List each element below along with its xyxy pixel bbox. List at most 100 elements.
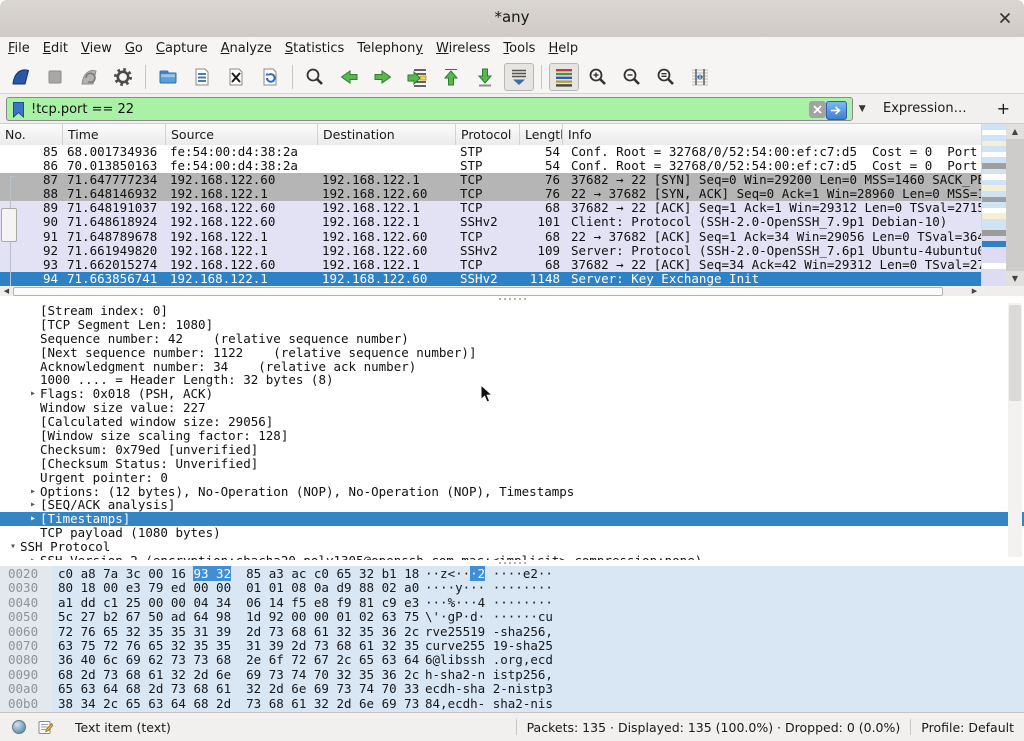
- menu-capture[interactable]: Capture: [154, 39, 219, 58]
- detail-line[interactable]: Window size value: 227: [0, 401, 1024, 415]
- reload-file-button[interactable]: [255, 63, 285, 91]
- hex-row[interactable]: 007063 75 72 76 65 32 35 35 31 39 2d 73 …: [0, 639, 1024, 653]
- hex-row[interactable]: 0020c0 a8 7a 3c 00 16 93 32 85 a3 ac c0 …: [0, 567, 1024, 581]
- detail-line[interactable]: 1000 .... = Header Length: 32 bytes (8): [0, 373, 1024, 387]
- menu-view[interactable]: View: [79, 39, 123, 58]
- scroll-down-button[interactable]: ▼: [1006, 271, 1024, 286]
- hex-row[interactable]: 009068 2d 73 68 61 32 2d 6e 69 73 74 70 …: [0, 668, 1024, 682]
- detail-line[interactable]: Acknowledgment number: 34 (relative ack …: [0, 360, 1024, 374]
- filter-bookmark-icon[interactable]: [13, 102, 24, 118]
- detail-line[interactable]: [TCP Segment Len: 1080]: [0, 318, 1024, 332]
- packet-row[interactable]: 9171.648789678192.168.122.1192.168.122.6…: [0, 230, 981, 244]
- menu-telephony[interactable]: Telephony: [355, 39, 434, 58]
- find-packet-button[interactable]: [300, 63, 330, 91]
- resize-columns-button[interactable]: [685, 63, 715, 91]
- expert-info-icon[interactable]: [12, 720, 26, 734]
- hex-row[interactable]: 00a065 63 64 68 2d 73 68 61 32 2d 6e 69 …: [0, 682, 1024, 696]
- scroll-up-button[interactable]: ▲: [1006, 124, 1024, 139]
- go-to-packet-button[interactable]: [402, 63, 432, 91]
- detail-line[interactable]: Checksum: 0x79ed [unverified]: [0, 443, 1024, 457]
- filter-apply-button[interactable]: [826, 101, 847, 120]
- details-vscrollbar[interactable]: [1008, 303, 1022, 557]
- colorize-packets-button[interactable]: [549, 63, 579, 91]
- hex-row[interactable]: 0040a1 dd c1 25 00 00 04 34 06 14 f5 e8 …: [0, 596, 1024, 610]
- packet-row[interactable]: 8971.648191037192.168.122.60192.168.122.…: [0, 201, 981, 215]
- column-header-info[interactable]: Info: [563, 124, 981, 145]
- hex-row[interactable]: 006072 76 65 32 35 35 31 39 2d 73 68 61 …: [0, 625, 1024, 639]
- packet-row[interactable]: 8568.001734936fe:54:00:d4:38:2aSTP54Conf…: [0, 145, 981, 159]
- packet-list-hscrollbar[interactable]: ◀ ▶: [0, 286, 981, 296]
- intelligent-scrollbar-minimap[interactable]: [981, 124, 1006, 286]
- packet-row[interactable]: 9471.663856741192.168.122.1192.168.122.6…: [0, 272, 981, 286]
- packet-row[interactable]: 8871.648146932192.168.122.1192.168.122.6…: [0, 187, 981, 201]
- detail-line[interactable]: [Stream index: 0]: [0, 304, 1024, 318]
- detail-line[interactable]: ▸Flags: 0x018 (PSH, ACK): [0, 387, 1024, 401]
- column-header-length[interactable]: Length: [520, 124, 563, 145]
- detail-line[interactable]: Sequence number: 42 (relative sequence n…: [0, 332, 1024, 346]
- capture-comment-icon[interactable]: [38, 720, 53, 735]
- expression-button[interactable]: Expression…: [883, 101, 967, 116]
- menu-statistics[interactable]: Statistics: [283, 39, 355, 58]
- details-vscroll-thumb[interactable]: [1009, 305, 1021, 401]
- restart-capture-button[interactable]: [74, 63, 104, 91]
- filter-add-button[interactable]: +: [989, 99, 1018, 118]
- menu-edit[interactable]: Edit: [41, 39, 79, 58]
- go-forward-button[interactable]: [368, 63, 398, 91]
- hex-row[interactable]: 00505c 27 b2 67 50 ad 64 98 1d 92 00 00 …: [0, 610, 1024, 624]
- go-back-button[interactable]: [334, 63, 364, 91]
- close-button[interactable]: [994, 7, 1016, 29]
- expander-expanded-icon[interactable]: ▾: [6, 540, 20, 554]
- packet-list-vscrollbar[interactable]: ▲ ▼: [1006, 124, 1024, 286]
- zoom-in-button[interactable]: [583, 63, 613, 91]
- packet-row[interactable]: 9271.661949820192.168.122.1192.168.122.6…: [0, 244, 981, 258]
- expander-collapsed-icon[interactable]: ▸: [26, 387, 40, 401]
- detail-line[interactable]: ▸[SEQ/ACK analysis]: [0, 498, 1024, 512]
- detail-line[interactable]: ▾SSH Protocol: [0, 540, 1024, 554]
- hex-row[interactable]: 008036 40 6c 69 62 73 73 68 2e 6f 72 67 …: [0, 653, 1024, 667]
- zoom-original-button[interactable]: [651, 63, 681, 91]
- column-header-no[interactable]: No.: [0, 124, 63, 145]
- detail-line[interactable]: ▸[Timestamps]: [0, 512, 1024, 526]
- detail-line[interactable]: [Calculated window size: 29056]: [0, 415, 1024, 429]
- column-header-source[interactable]: Source: [166, 124, 318, 145]
- detail-line[interactable]: ▸Options: (12 bytes), No-Operation (NOP)…: [0, 485, 1024, 499]
- column-header-destination[interactable]: Destination: [318, 124, 456, 145]
- menu-file[interactable]: File: [6, 39, 41, 58]
- column-header-time[interactable]: Time: [63, 124, 166, 145]
- menu-help[interactable]: Help: [546, 39, 589, 58]
- filter-clear-button[interactable]: [809, 101, 826, 118]
- expander-collapsed-icon[interactable]: ▸: [26, 485, 40, 499]
- detail-line[interactable]: [Window size scaling factor: 128]: [0, 429, 1024, 443]
- zoom-out-button[interactable]: [617, 63, 647, 91]
- scroll-right-button[interactable]: ▶: [968, 286, 981, 296]
- menu-analyze[interactable]: Analyze: [219, 39, 283, 58]
- detail-line[interactable]: Urgent pointer: 0: [0, 471, 1024, 485]
- save-file-button[interactable]: [187, 63, 217, 91]
- detail-line[interactable]: [Checksum Status: Unverified]: [0, 457, 1024, 471]
- start-capture-button[interactable]: [6, 63, 36, 91]
- expander-collapsed-icon[interactable]: ▸: [26, 498, 40, 512]
- vscroll-thumb[interactable]: [1, 208, 17, 242]
- display-filter-box[interactable]: [6, 97, 853, 121]
- auto-scroll-button[interactable]: [504, 63, 534, 91]
- menu-go[interactable]: Go: [123, 39, 154, 58]
- scroll-left-button[interactable]: ◀: [0, 286, 13, 296]
- go-first-packet-button[interactable]: [436, 63, 466, 91]
- packet-row[interactable]: 8670.013850163fe:54:00:d4:38:2aSTP54Conf…: [0, 159, 981, 173]
- column-header-protocol[interactable]: Protocol: [456, 124, 520, 145]
- detail-line[interactable]: [Next sequence number: 1122 (relative se…: [0, 346, 1024, 360]
- detail-line[interactable]: TCP payload (1080 bytes): [0, 526, 1024, 540]
- close-file-button[interactable]: [221, 63, 251, 91]
- menu-wireless[interactable]: Wireless: [434, 39, 501, 58]
- hscroll-thumb[interactable]: [13, 287, 943, 296]
- status-profile[interactable]: Profile: Default: [921, 720, 1014, 735]
- hex-row[interactable]: 003080 18 00 e3 79 ed 00 00 01 01 08 0a …: [0, 581, 1024, 595]
- packet-row[interactable]: 9071.648618924192.168.122.60192.168.122.…: [0, 215, 981, 229]
- packet-row[interactable]: 9371.662015274192.168.122.60192.168.122.…: [0, 258, 981, 272]
- hex-row[interactable]: 00b038 34 2c 65 63 64 68 2d 73 68 61 32 …: [0, 697, 1024, 711]
- packet-row[interactable]: 8771.647777234192.168.122.60192.168.122.…: [0, 173, 981, 187]
- expander-collapsed-icon[interactable]: ▸: [26, 512, 40, 526]
- capture-options-button[interactable]: [108, 63, 138, 91]
- open-file-button[interactable]: [153, 63, 183, 91]
- filter-history-dropdown[interactable]: ▼: [855, 97, 869, 121]
